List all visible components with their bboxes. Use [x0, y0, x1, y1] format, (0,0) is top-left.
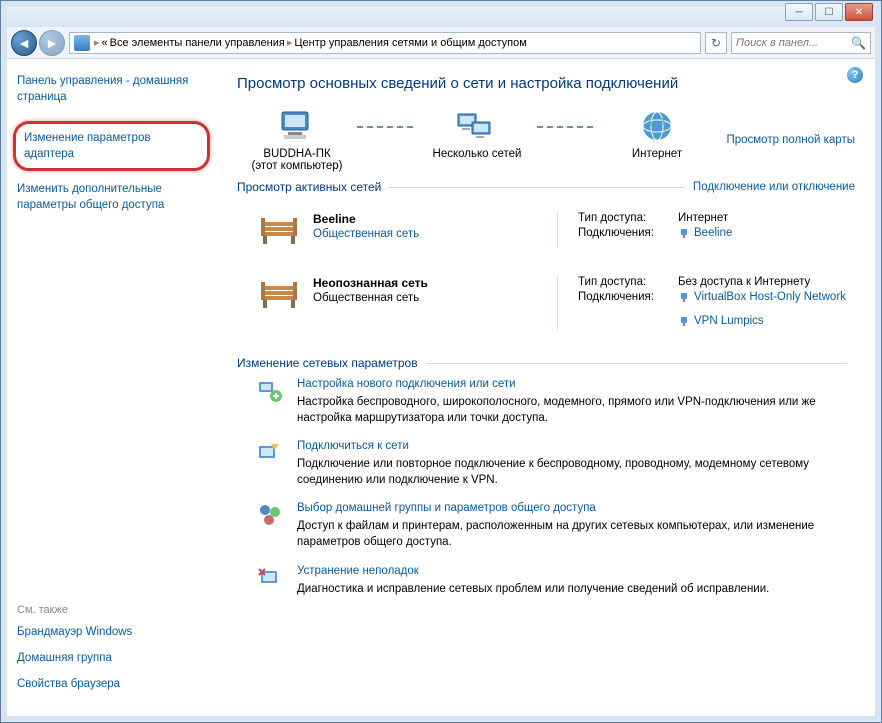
connection-line	[537, 126, 597, 128]
troubleshoot-icon	[257, 565, 283, 591]
bench-icon	[257, 212, 301, 248]
connections-label: Подключения:	[578, 227, 678, 239]
access-label: Тип доступа:	[578, 276, 678, 288]
see-also-browser[interactable]: Свойства браузера	[17, 676, 206, 692]
search-box[interactable]: 🔍	[731, 32, 871, 54]
network-name: Beeline	[313, 212, 419, 226]
see-also-firewall[interactable]: Брандмауэр Windows	[17, 624, 206, 640]
node-pc-sub: (этот компьютер)	[251, 160, 342, 172]
help-icon[interactable]: ?	[847, 67, 863, 83]
change-settings-heading: Изменение сетевых параметров	[237, 356, 418, 370]
breadcrumb-item[interactable]: Все элементы панели управления	[110, 37, 285, 49]
task-new-connection: Настройка нового подключения или сети На…	[237, 378, 855, 426]
connection-link[interactable]: VirtualBox Host-Only Network	[678, 291, 846, 303]
task-homegroup: Выбор домашней группы и параметров общег…	[237, 502, 855, 550]
access-value: Без доступа к Интернету	[678, 276, 810, 288]
computer-icon	[276, 108, 318, 144]
sidebar: Панель управления - домашняя страница Из…	[7, 59, 217, 716]
access-value: Интернет	[678, 212, 728, 224]
task-description: Настройка беспроводного, широкополосного…	[297, 394, 855, 426]
homegroup-icon	[257, 502, 283, 528]
minimize-button[interactable]: ─	[785, 3, 813, 21]
back-button[interactable]: ◄	[11, 30, 37, 56]
breadcrumb-prefix: «	[102, 37, 108, 49]
connect-disconnect-link[interactable]: Подключение или отключение	[693, 181, 855, 193]
advanced-sharing-link[interactable]: Изменить дополнительные параметры общего…	[17, 181, 206, 213]
node-multi-networks: Несколько сетей	[417, 108, 537, 160]
view-full-map-link[interactable]: Просмотр полной карты	[726, 134, 855, 146]
connect-icon	[257, 440, 283, 466]
titlebar: ─ ☐ ✕	[7, 7, 875, 27]
breadcrumb-item[interactable]: Центр управления сетями и общим доступом	[294, 37, 526, 49]
task-link[interactable]: Выбор домашней группы и параметров общег…	[297, 502, 855, 514]
network-row: Неопознанная сеть Общественная сеть Тип …	[237, 266, 855, 348]
task-troubleshoot: Устранение неполадок Диагностика и испра…	[237, 565, 855, 597]
node-internet-label: Интернет	[632, 148, 682, 160]
connections-label: Подключения:	[578, 291, 678, 327]
control-panel-home-link[interactable]: Панель управления - домашняя страница	[17, 73, 206, 105]
page-title: Просмотр основных сведений о сети и наст…	[237, 75, 855, 92]
connection-line	[357, 126, 417, 128]
network-type: Общественная сеть	[313, 292, 428, 304]
task-description: Диагностика и исправление сетевых пробле…	[297, 581, 769, 597]
connection-link[interactable]: VPN Lumpics	[678, 315, 846, 327]
maximize-button[interactable]: ☐	[815, 3, 843, 21]
control-panel-icon	[74, 35, 90, 51]
refresh-button[interactable]: ↻	[705, 32, 727, 54]
network-type-link[interactable]: Общественная сеть	[313, 228, 419, 240]
see-also-heading: См. также	[17, 604, 206, 616]
addressbar: ◄ ► ▸ « Все элементы панели управления ▸…	[7, 27, 875, 59]
network-row: Beeline Общественная сеть Тип доступа:Ин…	[237, 202, 855, 266]
network-name: Неопознанная сеть	[313, 276, 428, 290]
access-label: Тип доступа:	[578, 212, 678, 224]
task-link[interactable]: Подключиться к сети	[297, 440, 855, 452]
task-link[interactable]: Настройка нового подключения или сети	[297, 378, 855, 390]
connection-link[interactable]: Beeline	[678, 227, 732, 239]
networks-icon	[456, 108, 498, 144]
forward-button[interactable]: ►	[39, 30, 65, 56]
node-this-pc: BUDDHA-ПК (этот компьютер)	[237, 108, 357, 172]
new-connection-icon	[257, 378, 283, 404]
task-description: Подключение или повторное подключение к …	[297, 456, 855, 488]
main-panel: ? Просмотр основных сведений о сети и на…	[217, 59, 875, 716]
search-input[interactable]	[736, 37, 851, 49]
node-pc-name: BUDDHA-ПК	[263, 148, 330, 160]
search-icon: 🔍	[851, 36, 866, 50]
node-internet: Интернет	[597, 108, 717, 160]
task-description: Доступ к файлам и принтерам, расположенн…	[297, 518, 855, 550]
node-multi-label: Несколько сетей	[433, 148, 522, 160]
globe-icon	[636, 108, 678, 144]
see-also-homegroup[interactable]: Домашняя группа	[17, 650, 206, 666]
adapter-icon	[678, 291, 690, 303]
close-button[interactable]: ✕	[845, 3, 873, 21]
bench-icon	[257, 276, 301, 312]
task-connect: Подключиться к сети Подключение или повт…	[237, 440, 855, 488]
breadcrumb[interactable]: ▸ « Все элементы панели управления ▸ Цен…	[69, 32, 701, 54]
adapter-icon	[678, 227, 690, 239]
active-networks-heading: Просмотр активных сетей	[237, 180, 381, 194]
adapter-icon	[678, 315, 690, 327]
task-link[interactable]: Устранение неполадок	[297, 565, 769, 577]
window: ─ ☐ ✕ ◄ ► ▸ « Все элементы панели управл…	[0, 0, 882, 723]
adapter-settings-link[interactable]: Изменение параметров адаптера	[13, 121, 210, 171]
